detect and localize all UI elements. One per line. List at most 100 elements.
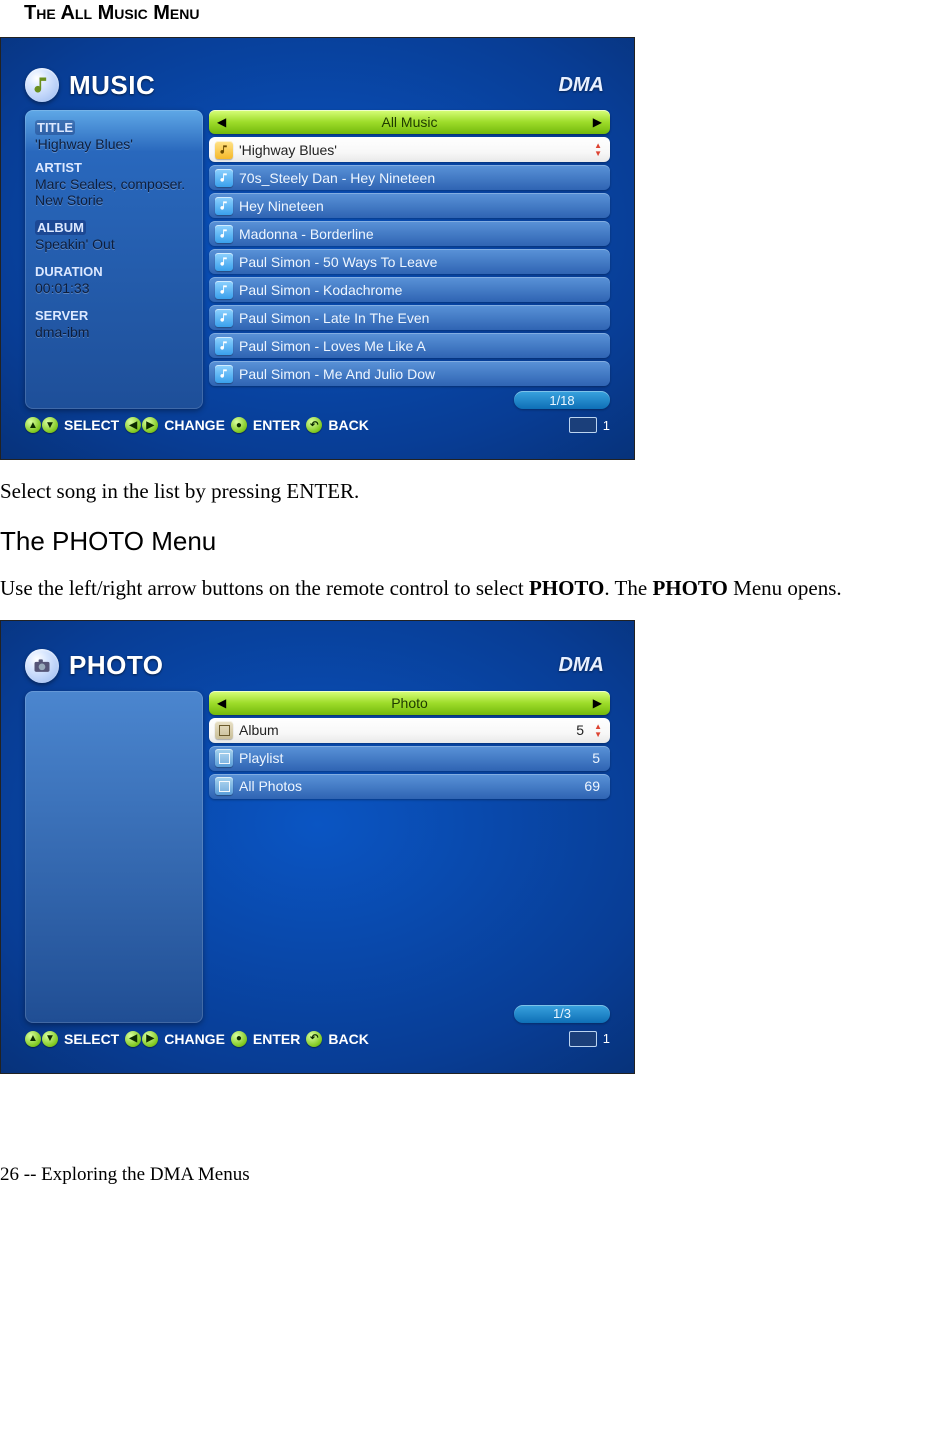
list-item[interactable]: Paul Simon - Loves Me Like A [209, 333, 610, 358]
nav-hints: ▲▼ SELECT ◀▶ CHANGE ● ENTER ↶ BACK 1 [25, 1031, 610, 1047]
storage-icon [569, 417, 597, 433]
photo-list: ◀ Photo ▶ Album 5 ▲▼ Playlist 5 [209, 691, 610, 1023]
list-item[interactable]: 70s_Steely Dan - Hey Nineteen [209, 165, 610, 190]
music-note-icon [215, 197, 233, 215]
music-icon [25, 68, 59, 102]
sb-title-value: 'Highway Blues' [35, 136, 193, 152]
tab-label: All Music [226, 114, 593, 130]
nav-hints: ▲▼ SELECT ◀▶ CHANGE ● ENTER ↶ BACK 1 [25, 417, 610, 433]
list-item-label: Album [239, 722, 570, 738]
list-item[interactable]: 'Highway Blues' ▲▼ [209, 137, 610, 162]
updown-icon: ▲▼ [25, 417, 58, 433]
dma-logo: DMA [558, 654, 604, 677]
sb-artist-value: Marc Seales, composer. New Storie [35, 176, 193, 208]
hint-enter: ENTER [253, 417, 300, 433]
music-note-icon [215, 281, 233, 299]
tab-left-arrow-icon[interactable]: ◀ [217, 115, 226, 129]
enter-icon: ● [231, 1031, 247, 1047]
hint-change: CHANGE [164, 417, 225, 433]
music-note-icon [215, 309, 233, 327]
screenshot-music: MUSIC DMA TITLE 'Highway Blues' ARTIST M… [0, 37, 635, 460]
list-item[interactable]: Paul Simon - Kodachrome [209, 277, 610, 302]
list-item[interactable]: Playlist 5 [209, 746, 610, 771]
leftright-icon: ◀▶ [125, 1031, 158, 1047]
sb-server-label: SERVER [35, 308, 193, 323]
sb-album-value: Speakin' Out [35, 236, 193, 252]
list-item[interactable]: Madonna - Borderline [209, 221, 610, 246]
hint-change: CHANGE [164, 1031, 225, 1047]
tab-right-arrow-icon[interactable]: ▶ [593, 696, 602, 710]
list-item-label: Hey Nineteen [239, 198, 604, 214]
dma-logo: DMA [558, 74, 604, 97]
scroll-indicator-icon: ▲▼ [594, 142, 604, 157]
list-item-label: Playlist [239, 750, 586, 766]
body-text-photo: Use the left/right arrow buttons on the … [0, 575, 929, 601]
tab-right-arrow-icon[interactable]: ▶ [593, 115, 602, 129]
hint-select: SELECT [64, 417, 119, 433]
tab-left-arrow-icon[interactable]: ◀ [217, 696, 226, 710]
music-note-icon [215, 365, 233, 383]
heading-photo-menu: The PHOTO Menu [0, 526, 929, 557]
list-item-label: 70s_Steely Dan - Hey Nineteen [239, 170, 604, 186]
list-item-label: Paul Simon - Kodachrome [239, 282, 604, 298]
section-heading: The All Music Menu [24, 2, 929, 25]
list-item-label: Paul Simon - Me And Julio Dow [239, 366, 604, 382]
body-text-select-song: Select song in the list by pressing ENTE… [0, 478, 929, 504]
scroll-indicator-icon: ▲▼ [594, 723, 604, 738]
folder-icon [215, 721, 233, 739]
list-item-label: Paul Simon - 50 Ways To Leave [239, 254, 604, 270]
hint-enter: ENTER [253, 1031, 300, 1047]
storage-number: 1 [603, 1031, 610, 1046]
app-title-music: MUSIC [69, 70, 155, 101]
list-item-label: Paul Simon - Late In The Even [239, 310, 604, 326]
list-item-count: 69 [584, 778, 604, 794]
list-item-label: All Photos [239, 778, 578, 794]
sb-album-label: ALBUM [35, 220, 86, 235]
storage-number: 1 [603, 418, 610, 433]
list-item[interactable]: All Photos 69 [209, 774, 610, 799]
hint-back: BACK [328, 1031, 368, 1047]
back-icon: ↶ [306, 417, 322, 433]
category-tab[interactable]: ◀ All Music ▶ [209, 110, 610, 134]
storage-icon [569, 1031, 597, 1047]
list-item[interactable]: Paul Simon - Me And Julio Dow [209, 361, 610, 386]
music-note-icon [215, 141, 233, 159]
music-note-icon [215, 253, 233, 271]
sb-title-label: TITLE [35, 120, 75, 135]
list-item-label: 'Highway Blues' [239, 142, 588, 158]
folder-icon [215, 777, 233, 795]
enter-icon: ● [231, 417, 247, 433]
camera-icon [25, 649, 59, 683]
leftright-icon: ◀▶ [125, 417, 158, 433]
app-title-photo: PHOTO [69, 650, 163, 681]
music-note-icon [215, 169, 233, 187]
folder-icon [215, 749, 233, 767]
music-list: ◀ All Music ▶ 'Highway Blues' ▲▼ 70s_Ste… [209, 110, 610, 409]
sb-duration-value: 00:01:33 [35, 280, 193, 296]
category-tab[interactable]: ◀ Photo ▶ [209, 691, 610, 715]
list-item-label: Paul Simon - Loves Me Like A [239, 338, 604, 354]
music-note-icon [215, 225, 233, 243]
list-item[interactable]: Paul Simon - 50 Ways To Leave [209, 249, 610, 274]
details-sidebar: TITLE 'Highway Blues' ARTIST Marc Seales… [25, 110, 203, 409]
updown-icon: ▲▼ [25, 1031, 58, 1047]
list-item-label: Madonna - Borderline [239, 226, 604, 242]
list-item[interactable]: Album 5 ▲▼ [209, 718, 610, 743]
details-sidebar-empty [25, 691, 203, 1023]
tab-label: Photo [226, 695, 593, 711]
page-indicator: 1/3 [514, 1005, 610, 1023]
sb-duration-label: DURATION [35, 264, 193, 279]
page-footer: 26 -- Exploring the DMA Menus [0, 1164, 929, 1186]
back-icon: ↶ [306, 1031, 322, 1047]
hint-back: BACK [328, 417, 368, 433]
screenshot-photo: PHOTO DMA ◀ Photo ▶ Album 5 ▲▼ [0, 620, 635, 1074]
music-note-icon [215, 337, 233, 355]
sb-artist-label: ARTIST [35, 160, 193, 175]
hint-select: SELECT [64, 1031, 119, 1047]
list-item-count: 5 [576, 722, 588, 738]
list-item[interactable]: Paul Simon - Late In The Even [209, 305, 610, 330]
list-item[interactable]: Hey Nineteen [209, 193, 610, 218]
page-indicator: 1/18 [514, 391, 610, 409]
sb-server-value: dma-ibm [35, 324, 193, 340]
list-item-count: 5 [592, 750, 604, 766]
